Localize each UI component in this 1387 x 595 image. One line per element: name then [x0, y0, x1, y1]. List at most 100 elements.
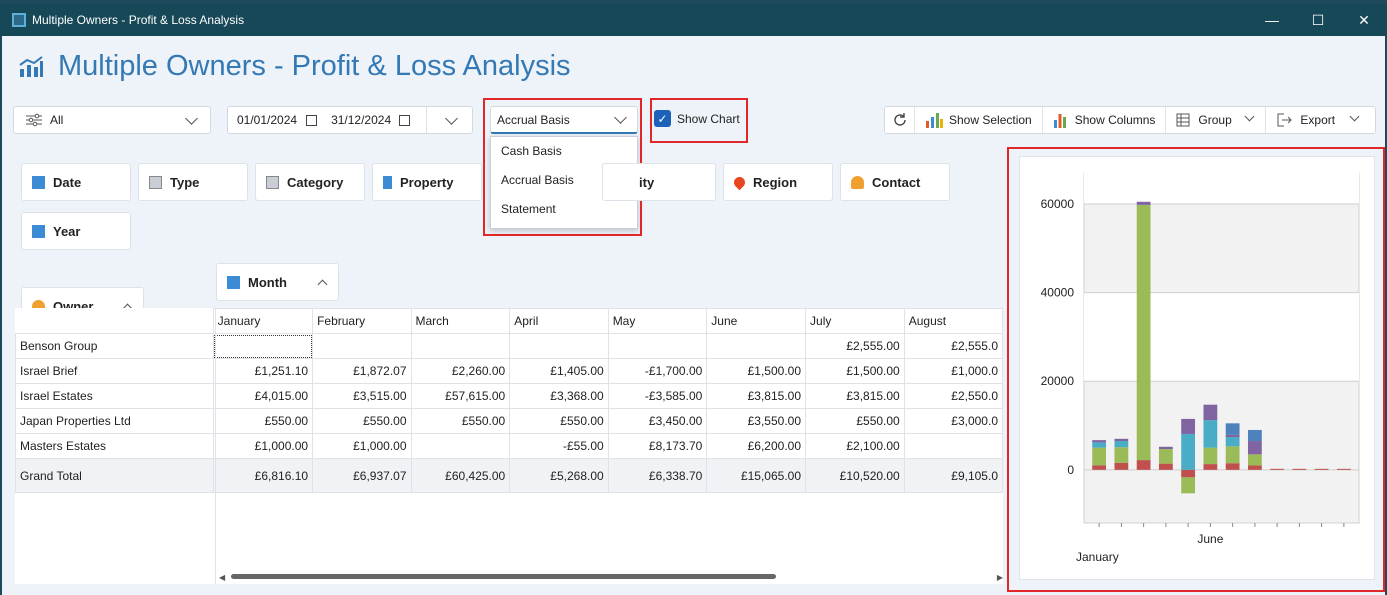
field-tile-year[interactable]: Year [21, 212, 131, 250]
table-cell[interactable] [607, 333, 708, 359]
date-from-field[interactable]: 01/01/2024 [237, 113, 297, 127]
field-tile-region[interactable]: Region [723, 163, 833, 201]
table-cell[interactable]: £2,555.0 [903, 333, 1003, 359]
table-cell[interactable]: £8,173.70 [607, 433, 708, 459]
table-cell[interactable]: £6,200.00 [706, 433, 807, 459]
row-header[interactable]: Japan Properties Ltd [15, 408, 214, 434]
month-header[interactable]: July [805, 308, 905, 334]
table-cell[interactable]: -£55.00 [509, 433, 609, 459]
table-cell[interactable]: £1,000.00 [212, 433, 314, 459]
close-button[interactable]: ✕ [1341, 4, 1387, 36]
row-header[interactable]: Israel Estates [15, 383, 214, 409]
field-tile-property[interactable]: Property [372, 163, 482, 201]
bar-segment [1247, 441, 1262, 455]
table-cell[interactable]: £550.00 [312, 408, 412, 434]
total-cell[interactable]: £6,338.70 [607, 458, 708, 493]
scroll-left-arrow[interactable]: ◀ [219, 573, 225, 582]
checkbox-checked-icon[interactable]: ✓ [654, 110, 671, 127]
scroll-right-arrow[interactable]: ▶ [997, 573, 1003, 582]
table-cell[interactable]: £1,000.0 [903, 358, 1003, 384]
field-label: Month [248, 274, 287, 290]
table-cell[interactable]: £3,815.00 [805, 383, 905, 409]
table-cell[interactable]: £2,100.00 [805, 433, 905, 459]
table-cell[interactable] [903, 433, 1003, 459]
basis-select[interactable]: Accrual Basis [490, 106, 638, 134]
group-button[interactable]: Group [1166, 107, 1267, 133]
chevron-down-icon[interactable] [445, 112, 458, 125]
table-cell[interactable] [312, 333, 412, 359]
table-cell[interactable]: £3,450.00 [607, 408, 708, 434]
table-cell[interactable]: £3,368.00 [509, 383, 609, 409]
maximize-button[interactable]: ☐ [1295, 4, 1341, 36]
table-cell[interactable]: £2,550.0 [903, 383, 1003, 409]
table-cell[interactable]: £4,015.00 [212, 383, 314, 409]
chevron-up-icon[interactable] [317, 279, 328, 290]
column-field-month[interactable]: Month [216, 263, 339, 301]
month-header[interactable]: January [212, 308, 314, 334]
total-cell[interactable]: £6,937.07 [312, 458, 412, 493]
show-columns-button[interactable]: Show Columns [1043, 107, 1167, 133]
calendar-icon[interactable] [399, 114, 411, 126]
table-cell[interactable]: £550.00 [509, 408, 609, 434]
table-cell[interactable]: £550.00 [212, 408, 314, 434]
table-cell[interactable] [410, 433, 511, 459]
table-cell[interactable]: £550.00 [805, 408, 905, 434]
bar-segment [1203, 420, 1218, 448]
minimize-button[interactable]: — [1249, 4, 1295, 36]
month-header[interactable]: August [903, 308, 1003, 334]
show-selection-button[interactable]: Show Selection [915, 107, 1043, 133]
scrollbar-thumb[interactable] [231, 574, 776, 579]
table-cell[interactable]: £2,555.00 [805, 333, 905, 359]
total-cell[interactable]: £60,425.00 [410, 458, 511, 493]
total-cell[interactable]: £5,268.00 [509, 458, 609, 493]
total-cell[interactable]: £15,065.00 [706, 458, 807, 493]
table-cell[interactable]: £1,251.10 [212, 358, 314, 384]
table-cell[interactable] [509, 333, 609, 359]
refresh-button[interactable] [885, 107, 915, 133]
table-cell[interactable]: £3,515.00 [312, 383, 412, 409]
total-cell[interactable]: £9,105.0 [903, 458, 1003, 493]
table-cell[interactable]: £3,815.00 [706, 383, 807, 409]
field-tile-city[interactable]: ity [602, 163, 716, 201]
table-cell[interactable]: £57,615.00 [410, 383, 511, 409]
table-cell[interactable]: £550.00 [410, 408, 511, 434]
table-row: Israel Brief £1,251.10 £1,872.07 £2,260.… [15, 358, 1003, 384]
row-header[interactable]: Grand Total [15, 458, 214, 493]
table-cell[interactable]: £2,260.00 [410, 358, 511, 384]
row-header[interactable]: Benson Group [15, 333, 214, 359]
table-cell[interactable]: -£1,700.00 [607, 358, 708, 384]
table-cell[interactable]: £1,405.00 [509, 358, 609, 384]
table-cell[interactable]: £1,500.00 [805, 358, 905, 384]
field-tile-contact[interactable]: Contact [840, 163, 950, 201]
show-chart-toggle[interactable]: ✓ Show Chart [654, 110, 740, 127]
horizontal-scrollbar[interactable]: ◀ ▶ [219, 573, 1003, 582]
table-cell[interactable]: £1,500.00 [706, 358, 807, 384]
table-cell[interactable]: £3,550.00 [706, 408, 807, 434]
basis-option-cash[interactable]: Cash Basis [491, 137, 637, 166]
table-cell[interactable]: £3,000.0 [903, 408, 1003, 434]
month-header[interactable]: February [312, 308, 412, 334]
row-header[interactable]: Israel Brief [15, 358, 214, 384]
total-cell[interactable]: £6,816.10 [212, 458, 314, 493]
date-to-field[interactable]: 31/12/2024 [331, 113, 391, 127]
date-range-picker[interactable]: 01/01/2024 31/12/2024 [227, 106, 473, 134]
month-header[interactable]: April [509, 308, 609, 334]
total-cell[interactable]: £10,520.00 [805, 458, 905, 493]
field-tile-type[interactable]: Type [138, 163, 248, 201]
month-header[interactable]: March [410, 308, 511, 334]
month-header[interactable]: June [706, 308, 807, 334]
filter-select[interactable]: All [13, 106, 211, 134]
field-tile-category[interactable]: Category [255, 163, 365, 201]
table-cell[interactable] [410, 333, 511, 359]
page-header: Multiple Owners - Profit & Loss Analysis [18, 50, 571, 83]
table-cell[interactable]: -£3,585.00 [607, 383, 708, 409]
export-button[interactable]: Export [1266, 107, 1370, 133]
month-header[interactable]: May [607, 308, 708, 334]
table-cell[interactable] [706, 333, 807, 359]
calendar-icon[interactable] [306, 114, 318, 126]
table-cell[interactable]: £1,000.00 [312, 433, 412, 459]
table-cell[interactable]: £1,872.07 [312, 358, 412, 384]
row-header[interactable]: Masters Estates [15, 433, 214, 459]
table-cell[interactable] [212, 333, 314, 359]
field-tile-date[interactable]: Date [21, 163, 131, 201]
